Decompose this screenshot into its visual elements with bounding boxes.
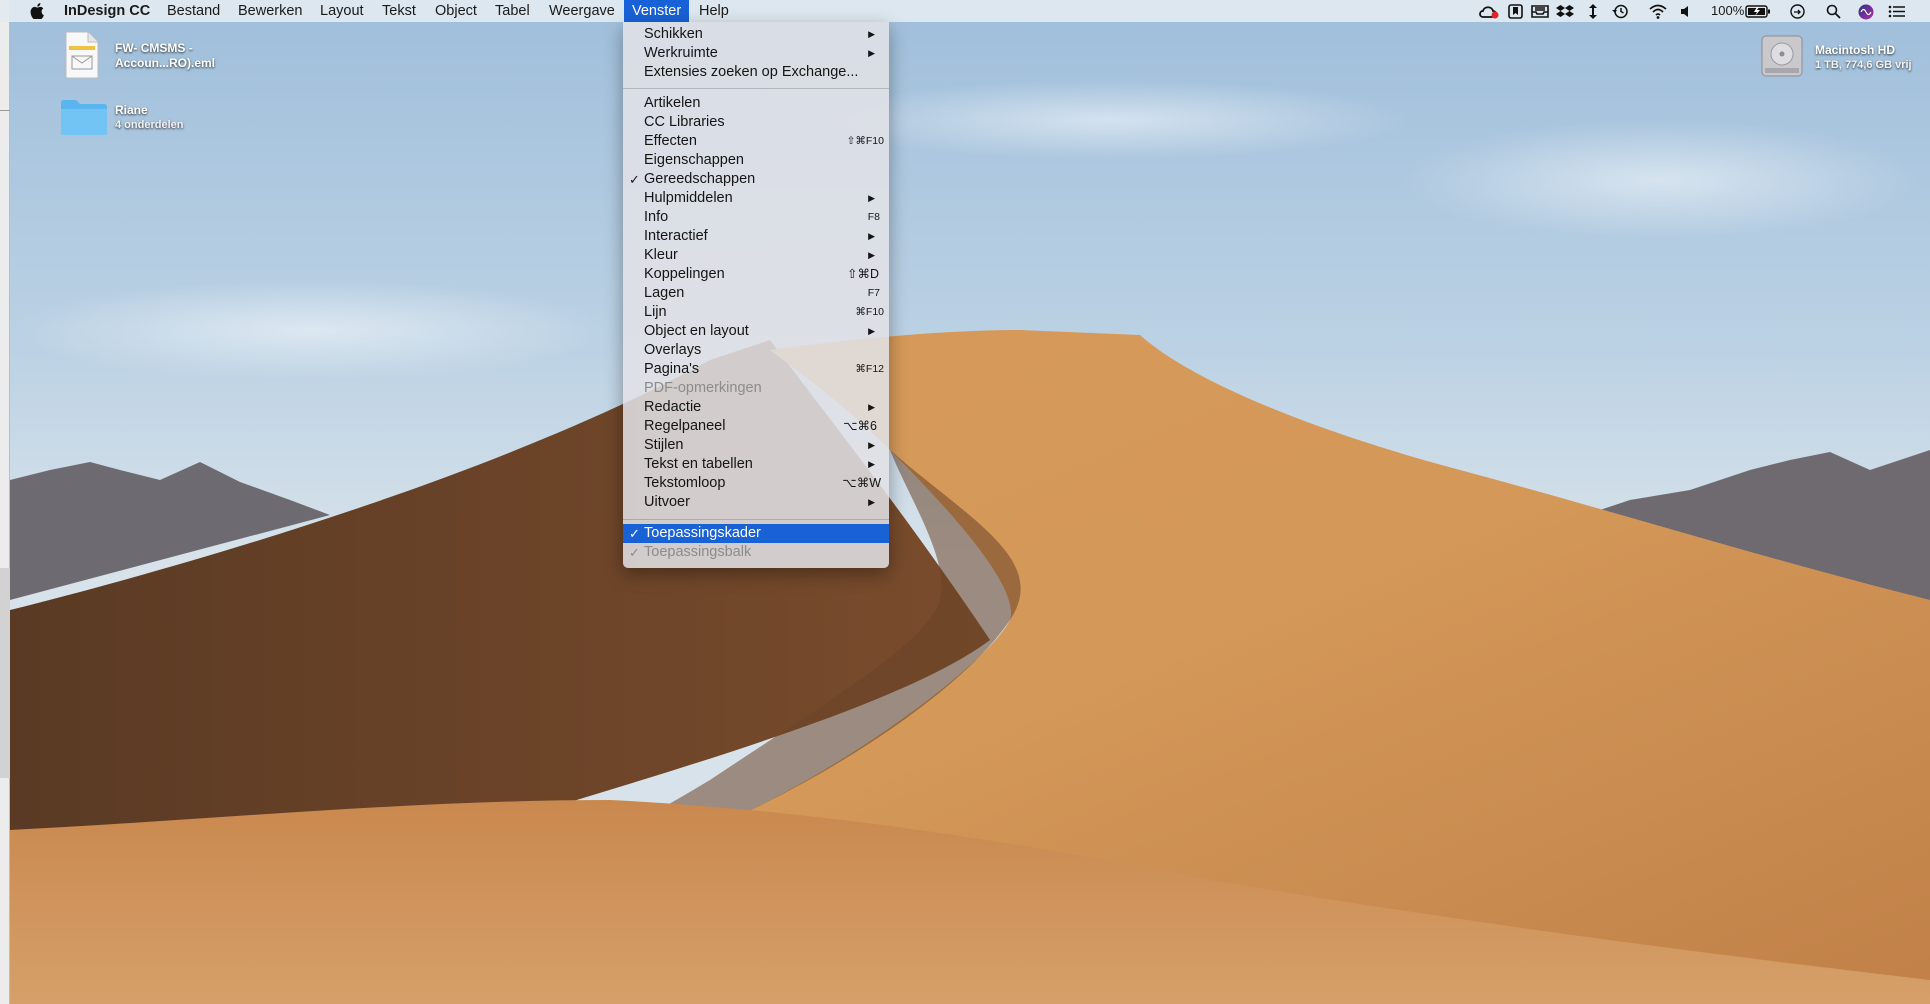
menu-item-lagen[interactable]: Lagen F7 [623, 284, 889, 303]
menu-object[interactable]: Object [435, 0, 477, 22]
menu-item-uitvoer[interactable]: Uitvoer ▶ [623, 493, 889, 512]
hard-drive-label: Macintosh HD 1 TB, 774,6 GB vrij [1815, 43, 1912, 71]
menu-item-toepassingsbalk: ✓ Toepassingsbalk [629, 544, 752, 560]
menu-item-paginas[interactable]: Pagina's ⌘F12 [623, 360, 889, 379]
shortcut-text: F8 [867, 211, 880, 223]
menu-item-werkruimte[interactable]: Werkruimte ▶ [623, 44, 889, 63]
submenu-arrow-icon: ▶ [868, 29, 875, 39]
shortcut-text: ⌘F10 [855, 306, 884, 318]
menu-item-lijn[interactable]: Lijn ⌘F10 [623, 303, 889, 322]
submenu-arrow-icon: ▶ [868, 459, 875, 469]
menu-item-koppelingen[interactable]: Koppelingen ⇧⌘D [623, 265, 889, 284]
menu-item-redactie[interactable]: Redactie ▶ [623, 398, 889, 417]
submenu-arrow-icon: ▶ [868, 193, 875, 203]
menu-item-regelpaneel[interactable]: Regelpaneel ⌥⌘6 [623, 417, 889, 436]
menu-item-extensies-zoeken[interactable]: Extensies zoeken op Exchange... [623, 63, 889, 82]
submenu-arrow-icon: ▶ [868, 48, 875, 58]
menu-item-kleur[interactable]: Kleur ▶ [623, 246, 889, 265]
shortcut-text: ⌥⌘W [842, 476, 881, 490]
menu-item-toepassingskader[interactable]: ✓ Toepassingskader [623, 524, 889, 543]
apple-icon[interactable] [30, 3, 44, 19]
menu-bar: InDesign CC Bestand Bewerken Layout Teks… [0, 0, 1930, 22]
menu-item-eigenschappen[interactable]: Eigenschappen [623, 151, 889, 170]
email-file-icon[interactable] [64, 30, 100, 85]
checkmark-icon: ✓ [629, 545, 640, 560]
submenu-arrow-icon: ▶ [868, 440, 875, 450]
menu-item-interactief[interactable]: Interactief ▶ [623, 227, 889, 246]
menu-separator [623, 519, 889, 520]
shortcut-text: ⇧⌘D [846, 267, 879, 281]
checkmark-icon: ✓ [629, 172, 640, 187]
shortcut-text: ⇧⌘F10 [846, 135, 884, 147]
menu-app-name[interactable]: InDesign CC [64, 0, 150, 22]
submenu-arrow-icon: ▶ [868, 326, 875, 336]
shortcut-text: F7 [867, 287, 880, 299]
submenu-arrow-icon: ▶ [868, 231, 875, 241]
menu-item-effecten[interactable]: Effecten ⇧⌘F10 [623, 132, 889, 151]
menu-item-artikelen[interactable]: Artikelen [623, 94, 889, 113]
menu-tekst[interactable]: Tekst [382, 0, 416, 22]
menu-item-schikken[interactable]: Schikken ▶ [623, 25, 889, 44]
folder-icon[interactable] [60, 98, 108, 141]
hard-drive-icon[interactable] [1761, 34, 1803, 83]
menu-help[interactable]: Help [699, 0, 729, 22]
menu-item-tekst-en-tabellen[interactable]: Tekst en tabellen ▶ [623, 455, 889, 474]
window-edge [0, 0, 10, 1004]
desktop-screen: InDesign CC Bestand Bewerken Layout Teks… [0, 0, 1930, 1004]
menu-item-stijlen[interactable]: Stijlen ▶ [623, 436, 889, 455]
menu-weergave[interactable]: Weergave [549, 0, 615, 22]
menu-layout[interactable]: Layout [320, 0, 364, 22]
menu-separator [623, 88, 889, 89]
menu-item-gereedschappen[interactable]: ✓ Gereedschappen [623, 170, 889, 189]
desktop-wallpaper [10, 0, 1930, 1004]
menu-venster[interactable]: Venster [624, 0, 690, 22]
submenu-arrow-icon: ▶ [868, 402, 875, 412]
submenu-arrow-icon: ▶ [868, 497, 875, 507]
checkmark-icon: ✓ [629, 526, 640, 541]
menu-bestand[interactable]: Bestand [167, 0, 220, 22]
menu-item-object-en-layout[interactable]: Object en layout ▶ [623, 322, 889, 341]
venster-menu: Schikken ▶ Werkruimte ▶ Extensies zoeken… [623, 22, 889, 568]
battery-percentage: 100% [1711, 3, 1745, 18]
shortcut-text: ⌘F12 [855, 363, 884, 375]
menu-tabel[interactable]: Tabel [495, 0, 530, 22]
menu-item-tekstomloop[interactable]: Tekstomloop ⌥⌘W [623, 474, 889, 493]
submenu-arrow-icon: ▶ [868, 250, 875, 260]
menu-item-info[interactable]: Info F8 [623, 208, 889, 227]
folder-label: Riane 4 onderdelen [115, 103, 184, 131]
menu-item-hulpmiddelen[interactable]: Hulpmiddelen ▶ [623, 189, 889, 208]
shortcut-text: ⌥⌘6 [843, 419, 877, 433]
menu-item-overlays[interactable]: Overlays [623, 341, 889, 360]
menu-item-cc-libraries[interactable]: CC Libraries [623, 113, 889, 132]
menu-bewerken[interactable]: Bewerken [238, 0, 302, 22]
email-file-label: FW- CMSMS - Accoun...RO).eml [115, 41, 216, 70]
menu-item-pdf-opmerkingen: PDF-opmerkingen [644, 380, 762, 396]
